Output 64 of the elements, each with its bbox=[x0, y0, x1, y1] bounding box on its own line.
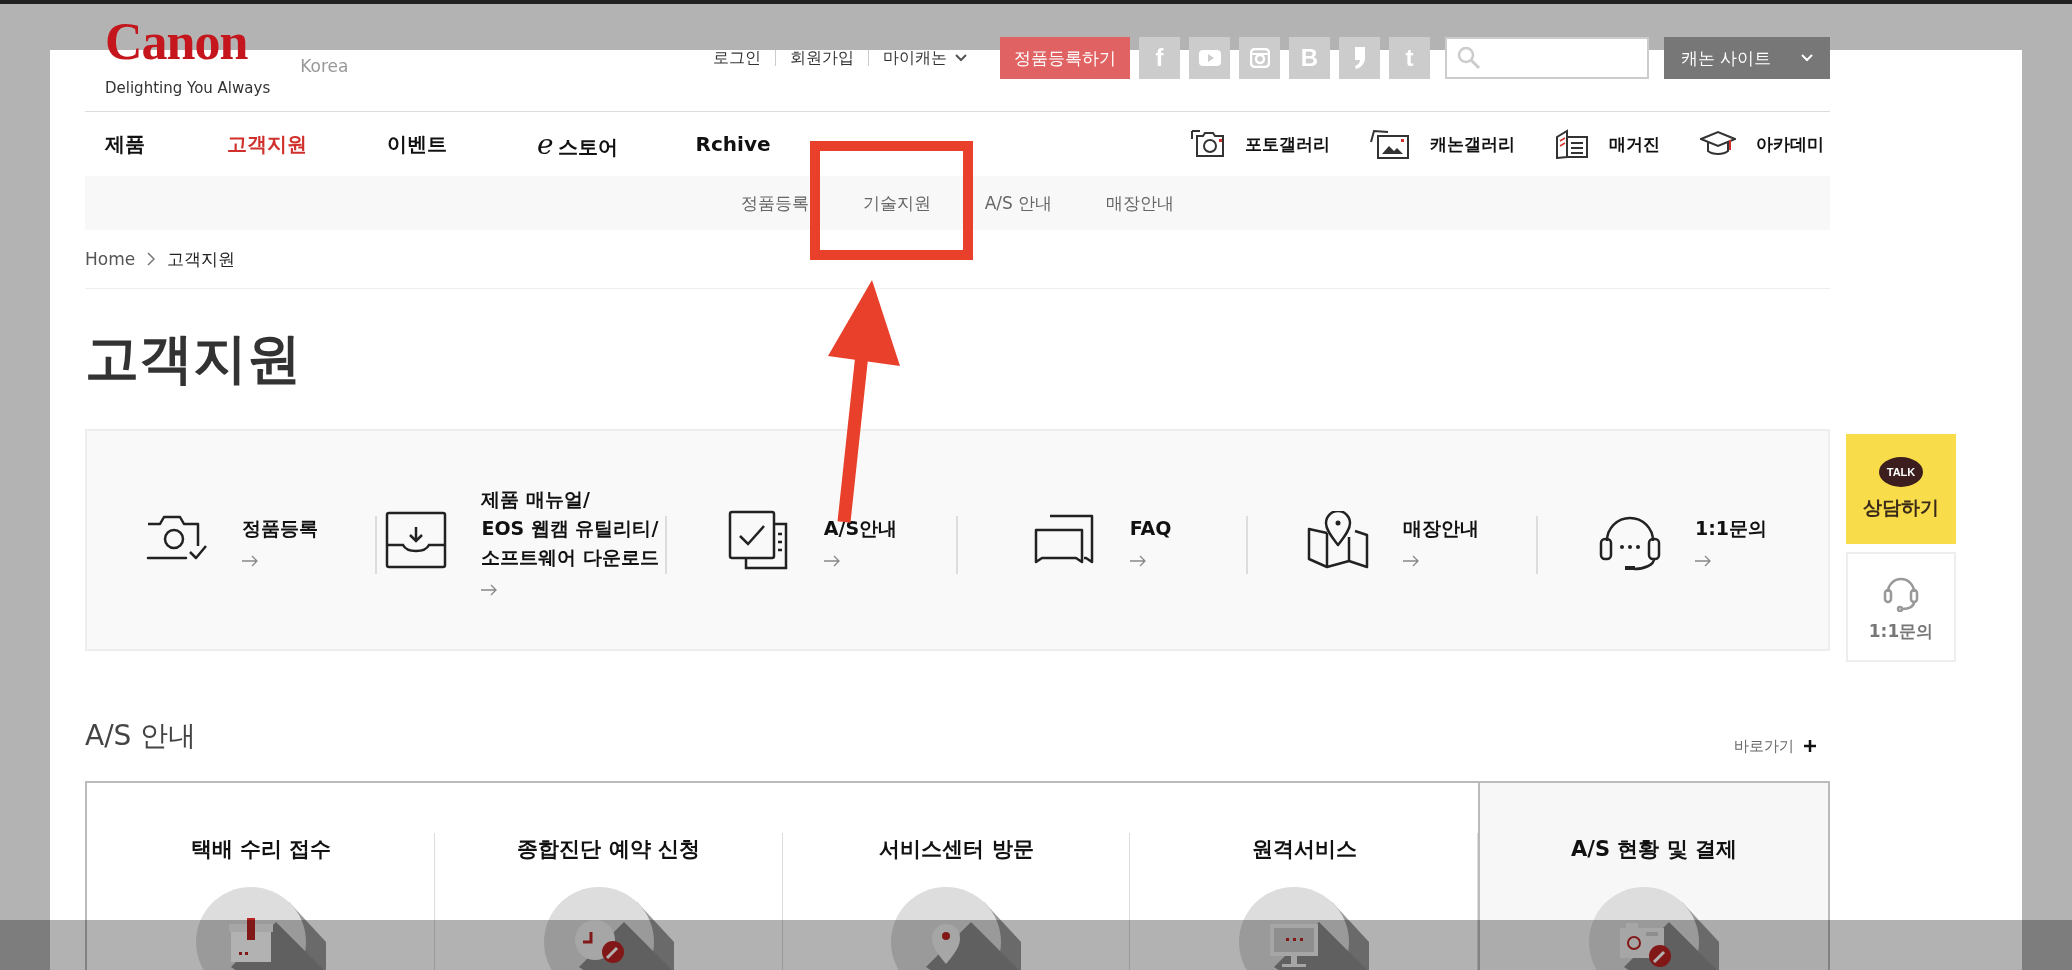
camera-wrench-icon bbox=[1589, 887, 1720, 970]
quick-link[interactable]: 제품 매뉴얼/ EOS 웹캠 유틸리티/ 소프트웨어 다운로드 bbox=[481, 484, 660, 572]
camera-icon bbox=[1249, 48, 1270, 68]
nav-item[interactable]: 제품 bbox=[105, 130, 145, 158]
header-link[interactable]: 로그인 bbox=[699, 50, 775, 66]
inquiry-button[interactable]: 1:1문의 bbox=[1846, 552, 1956, 662]
section-title: A/S 안내 bbox=[85, 718, 197, 754]
map-pin-icon bbox=[1306, 511, 1369, 569]
service-card[interactable]: A/S 현황 및 결제 bbox=[1478, 783, 1828, 970]
arrow-right-icon bbox=[1129, 554, 1146, 567]
quick-link[interactable]: 매장안내 bbox=[1402, 513, 1479, 543]
monitor-icon bbox=[1239, 887, 1370, 970]
caret-icon bbox=[1801, 54, 1814, 62]
chat-bubbles-icon bbox=[1033, 514, 1096, 566]
gallery-link[interactable]: 포토갤러리 bbox=[1191, 129, 1330, 159]
search-icon bbox=[1457, 46, 1481, 70]
social-link[interactable] bbox=[1189, 37, 1230, 79]
caret-icon bbox=[955, 54, 967, 62]
nav-item[interactable]: Rchive bbox=[695, 132, 771, 156]
social-link[interactable] bbox=[1239, 37, 1280, 79]
social-link[interactable] bbox=[1339, 37, 1380, 79]
arrow-right-icon bbox=[1694, 554, 1711, 567]
plus-icon bbox=[1804, 740, 1816, 752]
page-title: 고객지원 bbox=[85, 332, 301, 386]
search-field[interactable] bbox=[1445, 37, 1649, 79]
magazine-icon bbox=[1555, 129, 1589, 159]
camera-icon bbox=[1191, 130, 1225, 158]
nav-item[interactable]: 고객지원 bbox=[227, 130, 307, 158]
tagline: Delighting You Always bbox=[105, 78, 271, 98]
nav-item[interactable]: 이벤트 bbox=[387, 130, 447, 158]
checklist-icon bbox=[727, 510, 790, 570]
arrow-right-icon bbox=[481, 583, 498, 596]
quick-link[interactable]: A/S안내 bbox=[823, 513, 898, 543]
picture-frame-icon bbox=[1370, 129, 1410, 159]
arrow-right-icon bbox=[242, 554, 259, 567]
gallery-link[interactable]: 아카데미 bbox=[1700, 129, 1824, 159]
gallery-link[interactable]: 매거진 bbox=[1555, 129, 1660, 159]
arrow-right-icon bbox=[823, 554, 840, 567]
nav-item[interactable]: e 스토어 bbox=[537, 127, 618, 161]
header-link[interactable]: 회원가입 bbox=[775, 50, 868, 66]
region-label: Korea bbox=[300, 56, 349, 76]
breadcrumb-item[interactable]: Home bbox=[85, 249, 136, 269]
gallery-link[interactable]: 캐논갤러리 bbox=[1370, 129, 1515, 159]
quick-link[interactable]: 정품등록 bbox=[242, 513, 319, 543]
video-play-icon bbox=[1198, 50, 1221, 66]
talk-badge: TALK bbox=[1879, 457, 1923, 487]
download-tray-icon bbox=[385, 511, 448, 569]
quote-icon bbox=[1352, 47, 1367, 69]
site-menu-button[interactable]: 캐논 사이트 bbox=[1664, 37, 1830, 79]
graduation-cap-icon bbox=[1700, 130, 1736, 158]
logo: Canon bbox=[105, 18, 248, 66]
location-pin-icon bbox=[891, 887, 1022, 970]
chat-consult-button[interactable]: TALK 상담하기 bbox=[1846, 434, 1956, 544]
breadcrumb-item: 고객지원 bbox=[167, 247, 236, 271]
header-link[interactable]: 마이캐논 bbox=[868, 50, 981, 66]
subnav-link[interactable]: 매장안내 bbox=[1106, 191, 1175, 215]
more-link[interactable]: 바로가기 bbox=[1734, 736, 1816, 756]
subnav-link[interactable]: 기술지원 bbox=[862, 191, 931, 215]
subnav-link[interactable]: A/S 안내 bbox=[984, 191, 1053, 215]
quick-link[interactable]: 1:1문의 bbox=[1694, 513, 1767, 543]
quick-link[interactable]: FAQ bbox=[1129, 513, 1172, 543]
subnav-link[interactable]: 정품등록 bbox=[740, 191, 809, 215]
chevron-right-icon bbox=[147, 252, 156, 266]
arrow-right-icon bbox=[1402, 554, 1419, 567]
